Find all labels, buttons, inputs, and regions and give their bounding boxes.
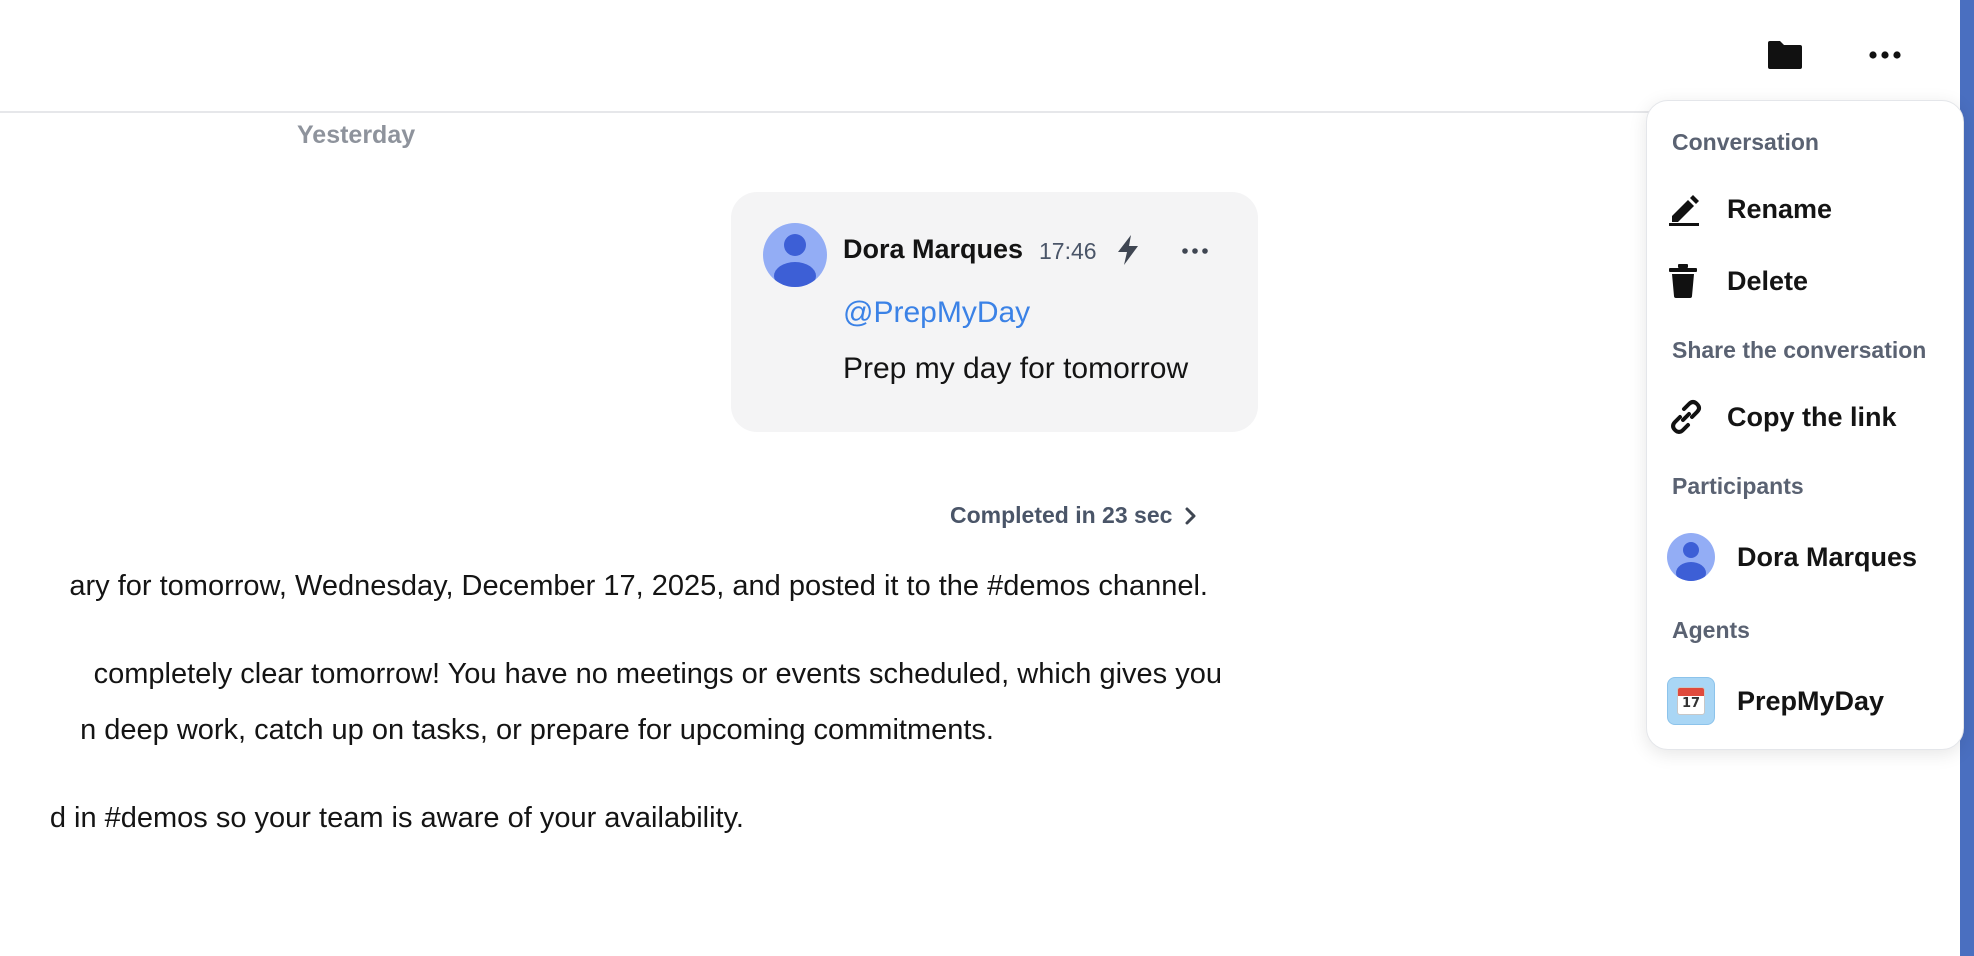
rename-menu-item[interactable]: Rename — [1667, 181, 1947, 237]
rename-label: Rename — [1727, 193, 1833, 224]
day-separator: Yesterday — [297, 121, 416, 149]
more-horizontal-icon — [1182, 248, 1208, 254]
section-share: Share the conversation — [1672, 337, 1927, 363]
completion-status[interactable]: Completed in 23 sec — [950, 502, 1196, 529]
agent-item[interactable]: 17 PrepMyDay — [1667, 673, 1947, 729]
message-text: Prep my day for tomorrow — [843, 352, 1189, 385]
pencil-icon — [1667, 187, 1711, 231]
chevron-right-icon — [1185, 507, 1196, 524]
agent-avatar: 17 — [1667, 677, 1715, 725]
calendar-icon: 17 — [1677, 687, 1705, 715]
participant-item[interactable]: Dora Marques — [1667, 529, 1947, 585]
participant-name: Dora Marques — [1737, 541, 1918, 572]
response-line: completely clear tomorrow! You have no m… — [93, 658, 1222, 690]
top-bar — [0, 0, 1960, 113]
section-agents: Agents — [1672, 617, 1750, 643]
agent-mention[interactable]: @PrepMyDay — [843, 296, 1030, 330]
response-line: n deep work, catch up on tasks, or prepa… — [80, 714, 994, 746]
avatar[interactable] — [763, 223, 827, 287]
lightning-icon — [1118, 235, 1138, 265]
avatar — [1667, 533, 1715, 581]
copy-link-label: Copy the link — [1727, 401, 1897, 432]
conversation-menu: Conversation Rename Delete Share the con… — [1646, 100, 1964, 750]
sender-name[interactable]: Dora Marques — [843, 234, 1023, 265]
more-options-button[interactable] — [1860, 34, 1910, 76]
response-line: d in #demos so your team is aware of you… — [49, 802, 744, 834]
folder-icon — [1768, 41, 1802, 69]
message-more-button[interactable] — [1175, 236, 1215, 266]
link-icon — [1667, 395, 1711, 439]
message-bubble: Dora Marques 17:46 @PrepMyDay Prep my da… — [731, 192, 1258, 432]
section-participants: Participants — [1672, 473, 1804, 499]
response-line: ary for tomorrow, Wednesday, December 17… — [69, 570, 1208, 602]
delete-menu-item[interactable]: Delete — [1667, 253, 1947, 309]
folder-button[interactable] — [1760, 34, 1810, 76]
agent-name: PrepMyDay — [1737, 685, 1885, 716]
copy-link-menu-item[interactable]: Copy the link — [1667, 389, 1947, 445]
message-time: 17:46 — [1039, 238, 1097, 264]
more-horizontal-icon — [1869, 51, 1901, 59]
completion-label: Completed in 23 sec — [950, 502, 1173, 528]
section-conversation: Conversation — [1672, 129, 1819, 155]
delete-label: Delete — [1727, 265, 1809, 296]
trash-icon — [1667, 259, 1711, 303]
